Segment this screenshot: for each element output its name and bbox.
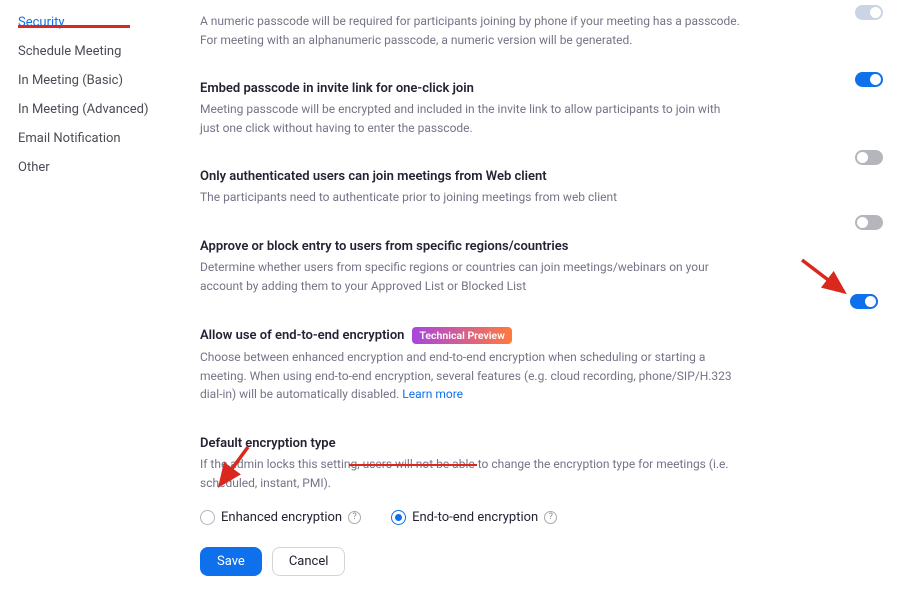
button-row: Save Cancel <box>200 547 880 576</box>
setting-passcode-numeric-desc: A numeric passcode will be required for … <box>200 12 740 49</box>
save-button[interactable]: Save <box>200 547 262 576</box>
sidebar: Security Schedule Meeting In Meeting (Ba… <box>18 8 178 182</box>
toggle-embed-passcode[interactable] <box>855 72 883 87</box>
toggle-regions[interactable] <box>855 215 883 230</box>
sidebar-item-schedule-meeting[interactable]: Schedule Meeting <box>18 37 178 66</box>
setting-auth-web-desc: The participants need to authenticate pr… <box>200 188 740 207</box>
settings-content: A numeric passcode will be required for … <box>200 0 880 590</box>
setting-e2e-desc: Choose between enhanced encryption and e… <box>200 348 740 404</box>
learn-more-link[interactable]: Learn more <box>402 387 463 401</box>
setting-passcode-numeric: A numeric passcode will be required for … <box>200 0 880 63</box>
setting-embed-passcode-desc: Meeting passcode will be encrypted and i… <box>200 100 740 137</box>
help-icon[interactable]: ? <box>348 511 361 524</box>
setting-e2e: Allow use of end-to-end encryption Techn… <box>200 309 880 418</box>
setting-e2e-desc-text: Choose between enhanced encryption and e… <box>200 350 732 401</box>
setting-regions: Approve or block entry to users from spe… <box>200 221 880 309</box>
setting-default-encryption-desc: If the admin locks this setting, users w… <box>200 455 740 492</box>
technical-preview-badge: Technical Preview <box>412 327 511 344</box>
cancel-button[interactable]: Cancel <box>272 547 346 576</box>
setting-embed-passcode: Embed passcode in invite link for one-cl… <box>200 63 880 151</box>
setting-e2e-title-row: Allow use of end-to-end encryption Techn… <box>200 327 880 344</box>
setting-regions-desc: Determine whether users from specific re… <box>200 258 740 295</box>
help-icon[interactable]: ? <box>544 511 557 524</box>
setting-auth-web: Only authenticated users can join meetin… <box>200 151 880 221</box>
setting-default-encryption-title: Default encryption type <box>200 436 880 451</box>
annotation-underline-radio <box>349 464 477 466</box>
setting-e2e-title: Allow use of end-to-end encryption <box>200 328 404 343</box>
toggle-passcode-numeric[interactable] <box>855 5 883 20</box>
sidebar-item-security[interactable]: Security <box>18 8 178 37</box>
setting-default-encryption: Default encryption type If the admin loc… <box>200 418 880 590</box>
toggle-auth-web[interactable] <box>855 150 883 165</box>
sidebar-item-in-meeting-basic[interactable]: In Meeting (Basic) <box>18 66 178 95</box>
toggle-e2e[interactable] <box>850 294 878 309</box>
sidebar-item-email-notification[interactable]: Email Notification <box>18 124 178 153</box>
setting-auth-web-title: Only authenticated users can join meetin… <box>200 169 880 184</box>
setting-embed-passcode-title: Embed passcode in invite link for one-cl… <box>200 81 880 96</box>
sidebar-item-other[interactable]: Other <box>18 153 178 182</box>
sidebar-item-in-meeting-advanced[interactable]: In Meeting (Advanced) <box>18 95 178 124</box>
annotation-underline-sidebar <box>18 25 130 28</box>
setting-regions-title: Approve or block entry to users from spe… <box>200 239 880 254</box>
